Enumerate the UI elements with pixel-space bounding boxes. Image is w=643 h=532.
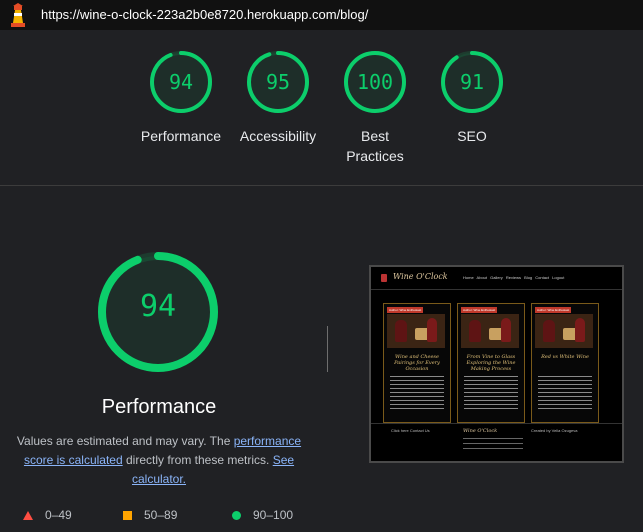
performance-score: 94 bbox=[139, 289, 177, 324]
thumb-navbar: Wine O'Clock Home About Gallery Reviews … bbox=[371, 267, 622, 290]
thumb-footer-left: Click here Contact Us bbox=[391, 428, 430, 433]
thumb-card-tag: Author: Wine Enthusiast bbox=[535, 307, 572, 313]
legend-label: 0–49 bbox=[45, 508, 72, 522]
performance-title: Performance bbox=[101, 396, 217, 418]
thumb-card-title: Red vs White Wine bbox=[541, 354, 589, 360]
thumb-card-title: From Vine to Glass Exploring the Wine Ma… bbox=[466, 354, 516, 372]
thumb-card-tag: Author: Wine Enthusiast bbox=[461, 307, 498, 313]
gauge-score: 91 bbox=[459, 70, 485, 94]
gauge-ring: 95 bbox=[246, 50, 310, 114]
page-url[interactable]: https://wine-o-clock-223a2b0e8720.heroku… bbox=[41, 7, 368, 22]
thumb-card-tag: Author: Wine Enthusiast bbox=[387, 307, 424, 313]
thumb-card-text bbox=[390, 376, 444, 412]
wine-cheese-image bbox=[387, 314, 445, 348]
performance-note: Values are estimated and may vary. The p… bbox=[10, 432, 308, 489]
thumb-footer: Click here Contact Us Wine O'Clock Creat… bbox=[371, 423, 622, 461]
gauge-ring: 100 bbox=[343, 50, 407, 114]
wine-logo-icon bbox=[381, 274, 387, 282]
thumb-card-text bbox=[464, 376, 518, 412]
legend-fail: 0–49 bbox=[23, 508, 72, 522]
vineyard-image bbox=[461, 314, 519, 348]
gauge-ring: 94 bbox=[149, 50, 213, 114]
gauge-score: 94 bbox=[168, 70, 194, 94]
triangle-icon bbox=[23, 511, 33, 520]
thumb-footer-text bbox=[463, 438, 523, 453]
gauge-accessibility[interactable]: 95 Accessibility bbox=[228, 50, 328, 146]
gauge-best-practices[interactable]: 100 Best Practices bbox=[325, 50, 425, 166]
gauge-label: Performance bbox=[140, 128, 222, 144]
gauge-score: 95 bbox=[265, 70, 291, 94]
legend-pass: 90–100 bbox=[232, 508, 293, 522]
thumb-blog-card: Author: Wine Enthusiast Red vs White Win… bbox=[531, 303, 599, 423]
score-legend: 0–49 50–89 90–100 bbox=[0, 508, 318, 530]
red-white-wine-image bbox=[535, 314, 593, 348]
gauge-performance[interactable]: 94 Performance bbox=[131, 50, 231, 146]
thumb-brand: Wine O'Clock bbox=[393, 272, 448, 281]
thumb-card-title: Wine and Cheese Pairings for Every Occas… bbox=[394, 354, 440, 372]
report-header: https://wine-o-clock-223a2b0e8720.heroku… bbox=[0, 0, 643, 30]
thumb-nav-links: Home About Gallery Reviews Blog Contact … bbox=[463, 275, 565, 280]
gauge-ring: 91 bbox=[440, 50, 504, 114]
performance-gauge-large: 94 bbox=[96, 250, 220, 374]
final-screenshot-thumbnail[interactable]: Wine O'Clock Home About Gallery Reviews … bbox=[369, 265, 624, 463]
thumb-blog-card: Author: Wine Enthusiast From Vine to Gla… bbox=[457, 303, 525, 423]
section-divider bbox=[0, 185, 643, 186]
lighthouse-logo-icon bbox=[11, 3, 25, 27]
score-gauges: 94 Performance 95 Accessibility 100 Best… bbox=[0, 30, 643, 185]
thumb-footer-brand: Wine O'Clock bbox=[463, 428, 498, 434]
legend-label: 90–100 bbox=[253, 508, 294, 522]
gauge-seo[interactable]: 91 SEO bbox=[422, 50, 522, 146]
note-text: Values are estimated and may vary. The bbox=[16, 434, 234, 448]
note-text: directly from these metrics. bbox=[122, 453, 273, 467]
circle-icon bbox=[232, 511, 241, 520]
thumb-blog-card: Author: Wine Enthusiast Wine and Cheese … bbox=[383, 303, 451, 423]
legend-label: 50–89 bbox=[144, 508, 178, 522]
gauge-label: Accessibility bbox=[239, 128, 317, 144]
legend-average: 50–89 bbox=[123, 508, 177, 522]
thumb-footer-right: Created by Vella Ozugeva bbox=[531, 428, 578, 433]
gauge-score: 100 bbox=[356, 70, 394, 94]
gauge-label: Best Practices bbox=[346, 128, 404, 164]
gauge-label: SEO bbox=[457, 128, 487, 144]
thumb-card-text bbox=[538, 376, 592, 412]
square-icon bbox=[123, 511, 132, 520]
vertical-separator bbox=[327, 326, 328, 372]
